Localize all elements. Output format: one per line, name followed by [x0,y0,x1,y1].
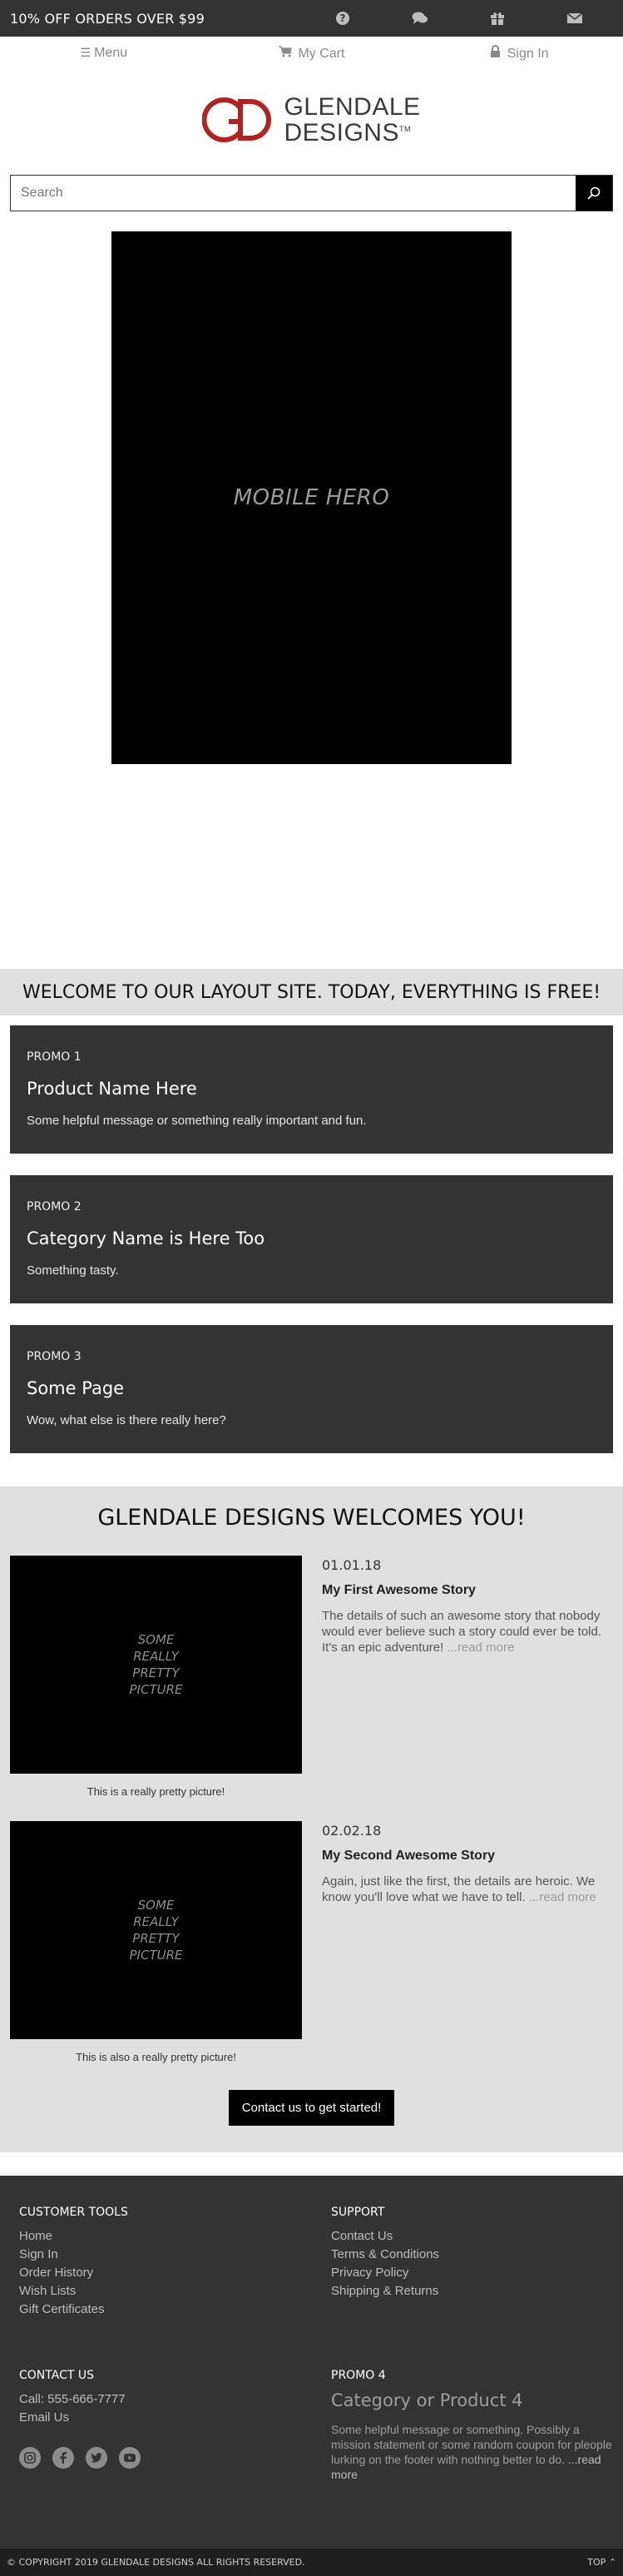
main-nav: ☰ Menu My Cart Sign In [0,37,623,70]
promo-list: PROMO 1 Product Name Here Some helpful m… [0,1015,623,1487]
story-body: The details of such an awesome story tha… [322,1609,602,1655]
hero-text: MOBILE HERO [233,485,390,510]
promo-title: Some Page [27,1378,125,1398]
lock-icon [490,45,504,60]
read-more-link[interactable]: ...read more [526,1890,596,1904]
footer-link-home[interactable]: Home [19,2227,331,2246]
story-item-1: SOME REALLY PRETTY PICTURE This is a rea… [10,1556,613,1798]
signin-label: Sign In [507,47,549,61]
menu-label: Menu [94,46,128,60]
signin-button[interactable]: Sign In [415,45,623,62]
welcome-strip: WELCOME TO OUR LAYOUT SITE. TODAY, EVERY… [0,969,623,1015]
story-item-2: SOME REALLY PRETTY PICTURE This is also … [10,1821,613,2063]
chevron-up-icon: ⌃ [608,2557,616,2568]
promo-4-description: Some helpful message or something. Possi… [331,2423,612,2481]
social-links [19,2447,331,2469]
story-title[interactable]: My First Awesome Story [322,1583,613,1598]
hero-section: MOBILE HERO [0,211,623,969]
trademark: TM [398,125,411,133]
footer-link-terms[interactable]: Terms & Conditions [331,2246,614,2264]
mobile-hero-banner[interactable]: MOBILE HERO [111,231,512,764]
copyright-text: © COPYRIGHT 2019 GLENDALE DESIGNS ALL RI… [7,2557,305,2568]
promo-4-title[interactable]: Category or Product 4 [331,2390,614,2410]
story-date: 01.01.18 [322,1557,382,1573]
footer-heading: CUSTOMER TOOLS [19,2206,128,2219]
promo-title: Product Name Here [27,1079,197,1099]
footer-link-privacy[interactable]: Privacy Policy [331,2264,614,2282]
search-button[interactable] [576,176,612,211]
top-promo-bar: 10% OFF ORDERS OVER $99 ? [0,0,623,37]
search-input[interactable] [11,176,576,211]
cart-icon [278,45,295,60]
promo-label: PROMO 2 [27,1200,82,1214]
instagram-icon[interactable] [19,2447,41,2469]
logo-wordmark: GLENDALE DESIGNSTM [284,93,421,146]
search-icon [587,186,601,200]
section-spacer [0,2152,623,2176]
promo-description: Something tasty. [27,1263,119,1278]
cart-label: My Cart [298,46,345,61]
promo-card-1[interactable]: PROMO 1 Product Name Here Some helpful m… [10,1025,613,1154]
footer-promo-4: PROMO 4 Category or Product 4 Some helpf… [331,2369,614,2482]
svg-text:?: ? [339,12,345,24]
welcome-heading: WELCOME TO OUR LAYOUT SITE. TODAY, EVERY… [22,981,601,1003]
promo-title: Category Name is Here Too [27,1228,265,1248]
hamburger-icon: ☰ [80,46,91,59]
story-picture[interactable]: SOME REALLY PRETTY PICTURE [10,1556,302,1774]
logo-mark [202,97,272,142]
footer-customer-tools: CUSTOMER TOOLS Home Sign In Order Histor… [19,2206,331,2319]
gift-icon[interactable] [458,11,536,26]
picture-placeholder-text: SOME REALLY PRETTY PICTURE [129,1632,183,1697]
cta-wrapper: Contact us to get started! [10,2087,613,2134]
story-picture[interactable]: SOME REALLY PRETTY PICTURE [10,1821,302,2039]
chat-icon[interactable] [381,11,458,26]
site-footer: CUSTOMER TOOLS Home Sign In Order Histor… [0,2176,623,2549]
footer-link-contact-us[interactable]: Contact Us [331,2227,614,2246]
menu-button[interactable]: ☰ Menu [0,46,208,61]
footer-heading: PROMO 4 [331,2369,386,2382]
help-icon[interactable]: ? [304,11,381,26]
footer-link-sign-in[interactable]: Sign In [19,2246,331,2264]
promo-description: Wow, what else is there really here? [27,1413,226,1427]
youtube-icon[interactable] [119,2447,141,2469]
story-date: 02.02.18 [322,1823,382,1839]
footer-link-wish-lists[interactable]: Wish Lists [19,2282,331,2301]
footer-heading: CONTACT US [19,2369,94,2382]
footer-link-gift-certificates[interactable]: Gift Certificates [19,2301,331,2319]
promo-label: PROMO 1 [27,1050,82,1064]
top-icon-group: ? [304,11,613,26]
stories-heading: GLENDALE DESIGNS WELCOMES YOU! [97,1505,526,1531]
read-more-link[interactable]: ...read more [443,1640,514,1655]
picture-placeholder-text: SOME REALLY PRETTY PICTURE [129,1898,183,1963]
footer-heading: SUPPORT [331,2206,385,2219]
promo-card-3[interactable]: PROMO 3 Some Page Wow, what else is ther… [10,1325,613,1453]
picture-caption: This is a really pretty picture! [87,1785,225,1798]
facebook-icon[interactable] [52,2447,74,2469]
contact-cta-button[interactable]: Contact us to get started! [228,2090,395,2126]
promo-description: Some helpful message or something really… [27,1114,367,1128]
logo-line-2: DESIGNSTM [284,119,411,146]
promo-card-2[interactable]: PROMO 2 Category Name is Here Too Someth… [10,1175,613,1303]
footer-contact: CONTACT US Call: 555-666-7777 Email Us [19,2369,331,2482]
mail-icon[interactable] [536,11,613,26]
site-logo[interactable]: GLENDALE DESIGNSTM [0,70,623,170]
logo-line-1: GLENDALE [284,93,421,121]
picture-caption: This is also a really pretty picture! [76,2051,236,2063]
back-to-top-link[interactable]: TOP ⌃ [587,2557,616,2568]
stories-section: GLENDALE DESIGNS WELCOMES YOU! SOME REAL… [0,1487,623,2152]
footer-support: SUPPORT Contact Us Terms & Conditions Pr… [331,2206,614,2319]
twitter-icon[interactable] [86,2447,107,2469]
copyright-bar: © COPYRIGHT 2019 GLENDALE DESIGNS ALL RI… [0,2549,623,2576]
footer-email-link[interactable]: Email Us [19,2409,331,2427]
cart-button[interactable]: My Cart [208,45,416,62]
footer-link-shipping-returns[interactable]: Shipping & Returns [331,2282,614,2301]
promo-banner-text: 10% OFF ORDERS OVER $99 [10,10,205,27]
footer-link-order-history[interactable]: Order History [19,2264,331,2282]
promo-label: PROMO 3 [27,1350,82,1363]
search-bar [10,175,613,211]
story-body: Again, just like the first, the details … [322,1874,596,1904]
footer-phone-link[interactable]: Call: 555-666-7777 [19,2390,331,2409]
story-title[interactable]: My Second Awesome Story [322,1849,613,1864]
